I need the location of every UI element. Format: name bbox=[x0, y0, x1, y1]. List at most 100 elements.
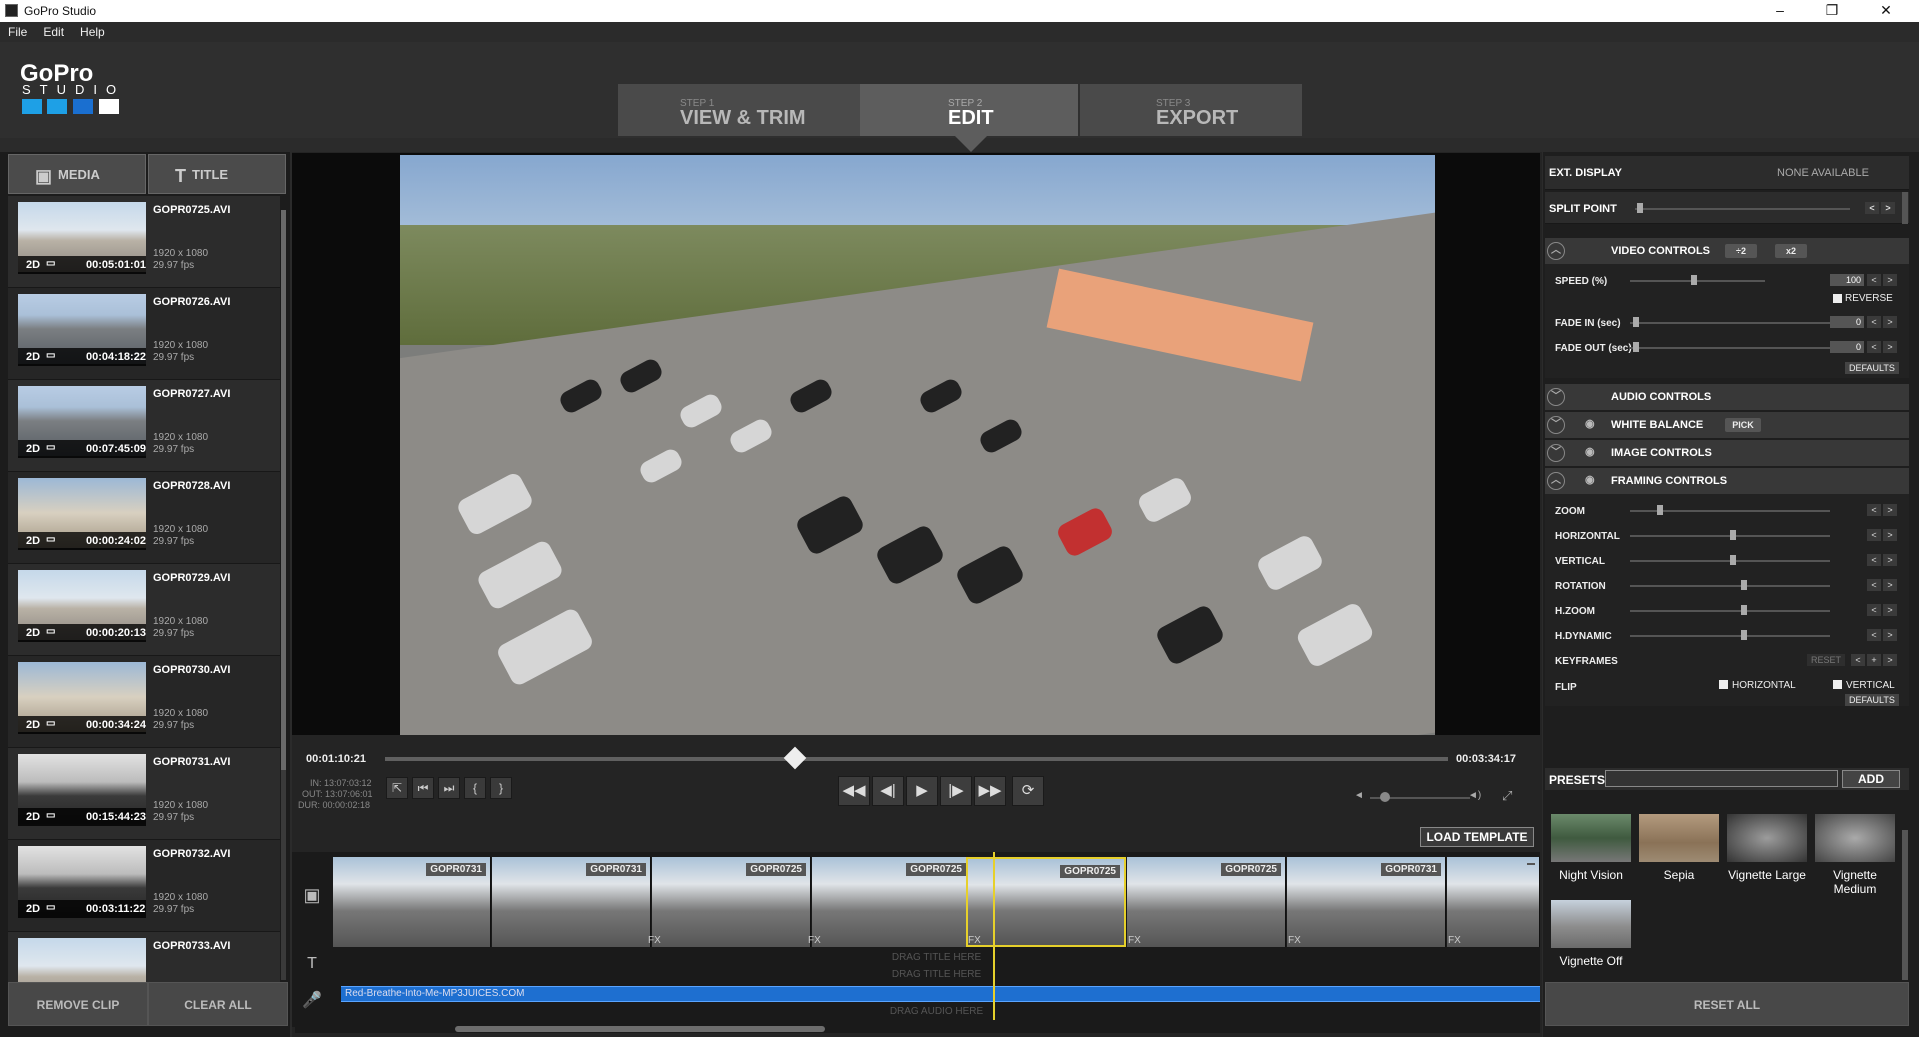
minimize-icon[interactable]: – bbox=[1760, 2, 1800, 18]
rewind-icon[interactable]: ◀◀ bbox=[838, 776, 870, 806]
add-preset-button[interactable]: ADD bbox=[1842, 770, 1900, 788]
collapse-icon[interactable]: ︿ bbox=[1547, 472, 1565, 490]
scrollbar-thumb[interactable] bbox=[281, 210, 286, 770]
half-speed-button[interactable]: ÷2 bbox=[1725, 244, 1757, 258]
timeline-scrollbar[interactable] bbox=[295, 1025, 1540, 1033]
fx-label[interactable]: FX bbox=[968, 935, 981, 946]
framing-defaults-button[interactable]: DEFAULTS bbox=[1845, 694, 1899, 706]
fx-label[interactable]: FX bbox=[808, 935, 821, 946]
fast-forward-icon[interactable]: ▶▶ bbox=[974, 776, 1006, 806]
timeline-clip[interactable]: GOPR0731 bbox=[492, 857, 651, 947]
timeline-clip-selected[interactable]: GOPR0725 bbox=[966, 857, 1126, 947]
preset-vignette-medium[interactable]: Vignette Medium bbox=[1812, 810, 1898, 896]
decrement-icon[interactable]: < bbox=[1867, 274, 1881, 286]
decrement-icon[interactable]: < bbox=[1867, 341, 1881, 353]
audio-controls-section[interactable]: ﹀ AUDIO CONTROLS bbox=[1545, 384, 1909, 410]
expand-icon[interactable]: ﹀ bbox=[1547, 388, 1565, 406]
decrement-icon[interactable]: < bbox=[1867, 554, 1881, 566]
next-keyframe-icon[interactable]: > bbox=[1883, 654, 1897, 666]
timeline-clip[interactable] bbox=[1447, 857, 1540, 947]
maximize-icon[interactable]: ❐ bbox=[1812, 2, 1852, 19]
image-controls-section[interactable]: ﹀ ◉ IMAGE CONTROLS bbox=[1545, 440, 1909, 466]
timeline-clip[interactable]: GOPR0725 bbox=[812, 857, 971, 947]
flip-vertical-checkbox[interactable] bbox=[1833, 680, 1842, 689]
increment-icon[interactable]: > bbox=[1883, 554, 1897, 566]
expand-icon[interactable]: ﹀ bbox=[1547, 444, 1565, 462]
fade-in-value[interactable]: 0 bbox=[1830, 316, 1864, 328]
media-list[interactable]: 2D ▭ 00:05:01:01 GOPR0725.AVI 1920 x 1080 … bbox=[8, 196, 280, 982]
prev-keyframe-icon[interactable]: < bbox=[1851, 654, 1865, 666]
double-speed-button[interactable]: x2 bbox=[1775, 244, 1807, 258]
eye-icon[interactable]: ◉ bbox=[1585, 445, 1595, 458]
increment-icon[interactable]: > bbox=[1883, 579, 1897, 591]
preset-vignette-off[interactable]: Vignette Off bbox=[1548, 896, 1634, 978]
loop-icon[interactable]: ⟳ bbox=[1012, 776, 1044, 806]
timeline-clip[interactable]: GOPR0731 bbox=[1287, 857, 1446, 947]
slider-knob[interactable] bbox=[1741, 630, 1747, 640]
preset-vignette-large[interactable]: Vignette Large bbox=[1724, 810, 1810, 892]
timeline-clip[interactable]: GOPR0725 bbox=[652, 857, 811, 947]
title-drop-zone[interactable]: DRAG TITLE HERE bbox=[333, 967, 1540, 983]
slider-knob[interactable] bbox=[1637, 203, 1643, 213]
fade-out-slider[interactable] bbox=[1630, 347, 1830, 349]
media-item[interactable]: 2D ▭ 00:03:11:22 GOPR0732.AVI 1920 x 1080 … bbox=[8, 840, 280, 932]
mark-in-icon[interactable]: ⇱ bbox=[386, 777, 408, 799]
video-controls-section[interactable]: ︿ VIDEO CONTROLS ÷2 x2 bbox=[1545, 238, 1909, 264]
media-item[interactable]: 2D ▭ 00:15:44:23 GOPR0731.AVI 1920 x 1080 … bbox=[8, 748, 280, 840]
increment-icon[interactable]: > bbox=[1881, 202, 1895, 214]
decrement-icon[interactable]: < bbox=[1867, 529, 1881, 541]
presets-scrollbar[interactable] bbox=[1902, 830, 1908, 980]
slider-knob[interactable] bbox=[1741, 580, 1747, 590]
white-balance-section[interactable]: ﹀ ◉ WHITE BALANCE PICK bbox=[1545, 412, 1909, 438]
panel-scrollbar[interactable] bbox=[1902, 192, 1908, 224]
audio-clip[interactable]: Red-Breathe-Into-Me-MP3JUICES.COM bbox=[341, 986, 1540, 1002]
preset-name-input[interactable] bbox=[1605, 770, 1838, 787]
video-defaults-button[interactable]: DEFAULTS bbox=[1845, 362, 1899, 374]
eye-icon[interactable]: ◉ bbox=[1585, 473, 1595, 486]
tab-title[interactable]: T TITLE bbox=[148, 154, 286, 194]
flip-horizontal-checkbox[interactable] bbox=[1719, 680, 1728, 689]
media-item[interactable]: 2D ▭ 00:07:45:09 GOPR0727.AVI 1920 x 1080 … bbox=[8, 380, 280, 472]
step-back-icon[interactable]: ◀| bbox=[872, 776, 904, 806]
decrement-icon[interactable]: < bbox=[1865, 202, 1879, 214]
fx-label[interactable]: FX bbox=[1288, 935, 1301, 946]
media-scrollbar[interactable] bbox=[281, 210, 286, 980]
fx-label[interactable]: FX bbox=[1448, 935, 1461, 946]
hzoom-slider[interactable] bbox=[1630, 610, 1830, 612]
trim-out-icon[interactable]: } bbox=[490, 777, 512, 799]
media-item[interactable]: 2D ▭ 00:04:18:22 GOPR0726.AVI 1920 x 1080 … bbox=[8, 288, 280, 380]
fade-out-value[interactable]: 0 bbox=[1830, 341, 1864, 353]
increment-icon[interactable]: > bbox=[1883, 274, 1897, 286]
step-forward-icon[interactable]: |▶ bbox=[940, 776, 972, 806]
hdynamic-slider[interactable] bbox=[1630, 635, 1830, 637]
play-icon[interactable]: ▶ bbox=[906, 776, 938, 806]
split-point-slider[interactable] bbox=[1635, 208, 1850, 210]
trim-in-icon[interactable]: { bbox=[464, 777, 486, 799]
decrement-icon[interactable]: < bbox=[1867, 629, 1881, 641]
slider-knob[interactable] bbox=[1730, 530, 1736, 540]
step-edit[interactable]: STEP 2 EDIT bbox=[860, 84, 1078, 136]
reverse-checkbox[interactable] bbox=[1833, 294, 1842, 303]
increment-icon[interactable]: > bbox=[1883, 629, 1897, 641]
preset-night-vision[interactable]: Night Vision bbox=[1548, 810, 1634, 892]
pick-button[interactable]: PICK bbox=[1725, 418, 1761, 432]
step-export[interactable]: STEP 3 EXPORT bbox=[1080, 84, 1302, 136]
remove-clip-button[interactable]: REMOVE CLIP bbox=[8, 982, 148, 1026]
speed-value[interactable]: 100 bbox=[1830, 274, 1864, 286]
increment-icon[interactable]: > bbox=[1883, 341, 1897, 353]
fade-in-slider[interactable] bbox=[1630, 322, 1830, 324]
media-item[interactable]: GOPR0733.AVI bbox=[8, 932, 280, 982]
fx-label[interactable]: FX bbox=[648, 935, 661, 946]
playhead[interactable] bbox=[993, 852, 995, 1020]
media-item[interactable]: 2D ▭ 00:00:34:24 GOPR0730.AVI 1920 x 1080 … bbox=[8, 656, 280, 748]
timeline-clip[interactable]: GOPR0725 bbox=[1127, 857, 1286, 947]
timeline-clip[interactable]: GOPR0731 bbox=[333, 857, 491, 947]
step-view-trim[interactable]: STEP 1 VIEW & TRIM bbox=[618, 84, 860, 136]
decrement-icon[interactable]: < bbox=[1867, 604, 1881, 616]
audio-drop-zone[interactable]: DRAG AUDIO HERE bbox=[333, 1004, 1540, 1020]
media-item[interactable]: 2D ▭ 00:00:24:02 GOPR0728.AVI 1920 x 1080 … bbox=[8, 472, 280, 564]
decrement-icon[interactable]: < bbox=[1867, 579, 1881, 591]
load-template-button[interactable]: LOAD TEMPLATE bbox=[1420, 827, 1534, 847]
slider-knob[interactable] bbox=[1730, 555, 1736, 565]
volume-knob[interactable] bbox=[1380, 792, 1390, 802]
